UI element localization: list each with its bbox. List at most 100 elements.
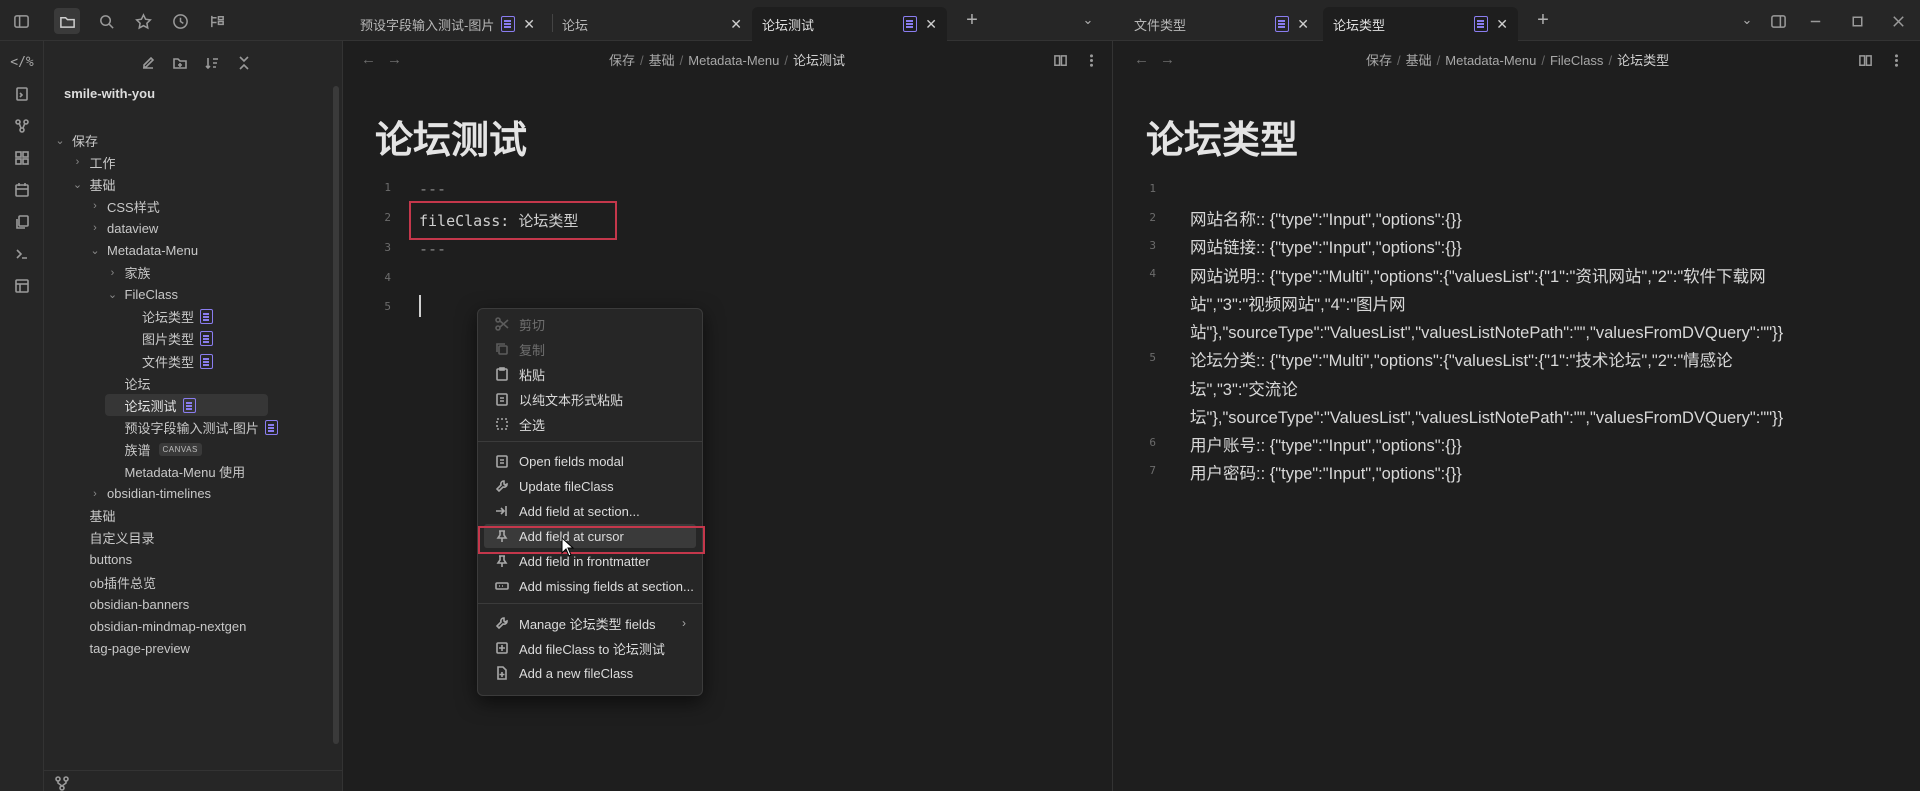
sidebar-item[interactable]: 论坛测试 (104, 394, 268, 417)
breadcrumb-item[interactable]: 保存 (609, 53, 635, 68)
tab-preset-field-image[interactable]: 预设字段输入测试-图片 ✕ (350, 7, 545, 41)
tab-file-type[interactable]: 文件类型 ✕ (1124, 7, 1319, 41)
copy-pages-icon[interactable] (9, 209, 35, 235)
sidebar-item[interactable]: › 工作 (70, 151, 295, 173)
sidebar-item[interactable]: 基础 (70, 505, 295, 527)
search-icon[interactable] (93, 8, 119, 34)
tab-forum-type[interactable]: 论坛类型 ✕ (1323, 7, 1518, 41)
text-line[interactable]: 用户账号:: {"type":"Input","options":{}} (1190, 432, 1890, 460)
breadcrumb-item[interactable]: Metadata-Menu (1445, 53, 1536, 68)
text-line[interactable]: 站"},"sourceType":"ValuesList","valuesLis… (1190, 319, 1890, 347)
menu-item-select-all[interactable]: 全选 (484, 412, 696, 436)
reading-view-icon[interactable] (1050, 50, 1070, 70)
text-line[interactable]: 网站说明:: {"type":"Multi","options":{"value… (1190, 263, 1890, 291)
tab-forum-test[interactable]: 论坛测试 ✕ (752, 7, 947, 41)
sidebar-item[interactable]: 论坛类型 (122, 306, 294, 328)
sidebar-item[interactable]: ⌄ 保存 (52, 129, 294, 151)
breadcrumb-item[interactable]: 基础 (1406, 53, 1432, 68)
grid-icon[interactable] (9, 145, 35, 171)
new-tab-icon[interactable]: + (960, 9, 984, 33)
close-icon[interactable]: ✕ (730, 16, 742, 33)
breadcrumb-item[interactable]: FileClass (1550, 53, 1603, 68)
new-note-icon[interactable] (136, 51, 160, 75)
sidebar-item[interactable]: tag-page-preview (70, 637, 295, 659)
terminal-icon[interactable] (9, 241, 35, 267)
sidebar-item[interactable]: 论坛 (105, 372, 295, 394)
breadcrumb-item[interactable]: 保存 (1366, 53, 1392, 68)
tab-forum[interactable]: 论坛 ✕ (552, 7, 752, 41)
breadcrumb-item[interactable]: 论坛测试 (793, 53, 845, 68)
more-options-icon[interactable] (1886, 50, 1906, 70)
menu-item-add-fileclass-to-note[interactable]: Add fileClass to 论坛测试 (484, 636, 696, 660)
sidebar-item[interactable]: obsidian-mindmap-nextgen (70, 615, 295, 637)
forward-arrow-icon[interactable]: → (387, 51, 402, 68)
forward-arrow-icon[interactable]: → (1160, 51, 1175, 68)
sidebar-item[interactable]: Metadata-Menu 使用 (105, 461, 295, 483)
clock-icon[interactable] (167, 8, 193, 34)
sidebar-item[interactable]: ⌄ FileClass (105, 284, 295, 306)
text-line[interactable]: 站","3":"视频网站","4":"图片网 (1190, 291, 1890, 319)
back-arrow-icon[interactable]: ← (1134, 51, 1149, 68)
close-icon[interactable]: ✕ (1496, 16, 1508, 33)
sidebar-item[interactable]: › 家族 (105, 262, 295, 284)
sidebar-item[interactable]: › CSS样式 (87, 195, 294, 217)
sidebar-item[interactable]: 文件类型 (122, 350, 294, 372)
text-line[interactable]: 网站名称:: {"type":"Input","options":{}} (1190, 206, 1890, 234)
code-line[interactable]: --- (419, 180, 446, 198)
reading-view-icon[interactable] (1855, 50, 1875, 70)
back-arrow-icon[interactable]: ← (361, 51, 376, 68)
text-line[interactable]: 网站链接:: {"type":"Input","options":{}} (1190, 234, 1890, 262)
menu-item-add-field-at-section[interactable]: Add field at section... (484, 499, 696, 523)
template-icon[interactable] (9, 273, 35, 299)
close-icon[interactable]: ✕ (925, 16, 937, 33)
text-line[interactable]: 坛"},"sourceType":"ValuesList","valuesLis… (1190, 404, 1890, 432)
menu-item-cut[interactable]: 剪切 (484, 312, 696, 336)
close-icon[interactable]: ✕ (523, 16, 535, 33)
breadcrumb-item[interactable]: 基础 (649, 53, 675, 68)
breadcrumb-item[interactable]: Metadata-Menu (688, 53, 779, 68)
graph-icon[interactable] (9, 113, 35, 139)
sidebar-item[interactable]: obsidian-banners (70, 593, 295, 615)
outline-icon[interactable] (204, 8, 230, 34)
menu-item-copy[interactable]: 复制 (484, 337, 696, 361)
menu-item-add-new-fileclass[interactable]: Add a new fileClass (484, 661, 696, 685)
sort-icon[interactable] (200, 51, 224, 75)
code-line[interactable]: --- (419, 240, 446, 258)
text-line[interactable]: 论坛分类:: {"type":"Multi","options":{"value… (1190, 347, 1890, 375)
sidebar-item[interactable]: › obsidian-timelines (87, 483, 294, 505)
text-line[interactable]: 用户密码:: {"type":"Input","options":{}} (1190, 460, 1890, 488)
switch-icon[interactable] (9, 81, 35, 107)
calendar-icon[interactable] (9, 177, 35, 203)
new-tab-icon[interactable]: + (1531, 9, 1555, 33)
right-sidebar-toggle-icon[interactable] (1765, 8, 1791, 34)
breadcrumb-item[interactable]: 论坛类型 (1617, 53, 1669, 68)
minimize-icon[interactable] (1802, 8, 1828, 34)
menu-item-paste-plain[interactable]: 以纯文本形式粘贴 (484, 387, 696, 411)
sidebar-item[interactable]: 族谱 CANVAS (105, 438, 295, 460)
menu-item-add-missing-fields[interactable]: Add missing fields at section... (484, 574, 696, 598)
menu-item-manage-fields[interactable]: Manage 论坛类型 fields › (484, 611, 696, 635)
sidebar-item[interactable]: 预设字段输入测试-图片 (105, 416, 295, 438)
sidebar-item[interactable]: ⌄ 基础 (70, 173, 295, 195)
branch-icon[interactable] (50, 771, 74, 791)
close-icon[interactable]: ✕ (1297, 16, 1309, 33)
sidebar-item[interactable]: 自定义目录 (70, 527, 295, 549)
folder-icon[interactable] (54, 8, 80, 34)
sidebar-item[interactable]: ob插件总览 (70, 571, 295, 593)
menu-item-open-fields-modal[interactable]: Open fields modal (484, 449, 696, 473)
sidebar-item[interactable]: 图片类型 (122, 328, 294, 350)
close-window-icon[interactable] (1885, 8, 1911, 34)
text-line[interactable]: 坛","3":"交流论 (1190, 376, 1890, 404)
collapse-all-icon[interactable] (232, 51, 256, 75)
chevron-down-icon[interactable]: ⌄ (1076, 9, 1100, 33)
new-folder-icon[interactable] (168, 51, 192, 75)
sidebar-item[interactable]: buttons (70, 549, 295, 571)
menu-item-update-fileclass[interactable]: Update fileClass (484, 474, 696, 498)
code-icon[interactable]: </% (9, 49, 35, 75)
bookmark-star-icon[interactable] (130, 8, 156, 34)
sidebar-item[interactable]: ⌄ Metadata-Menu (87, 240, 294, 262)
chevron-down-icon[interactable]: ⌄ (1735, 9, 1759, 33)
sidebar-item[interactable]: › dataview (87, 217, 294, 239)
menu-item-paste[interactable]: 粘贴 (484, 362, 696, 386)
scrollbar[interactable] (333, 86, 339, 744)
